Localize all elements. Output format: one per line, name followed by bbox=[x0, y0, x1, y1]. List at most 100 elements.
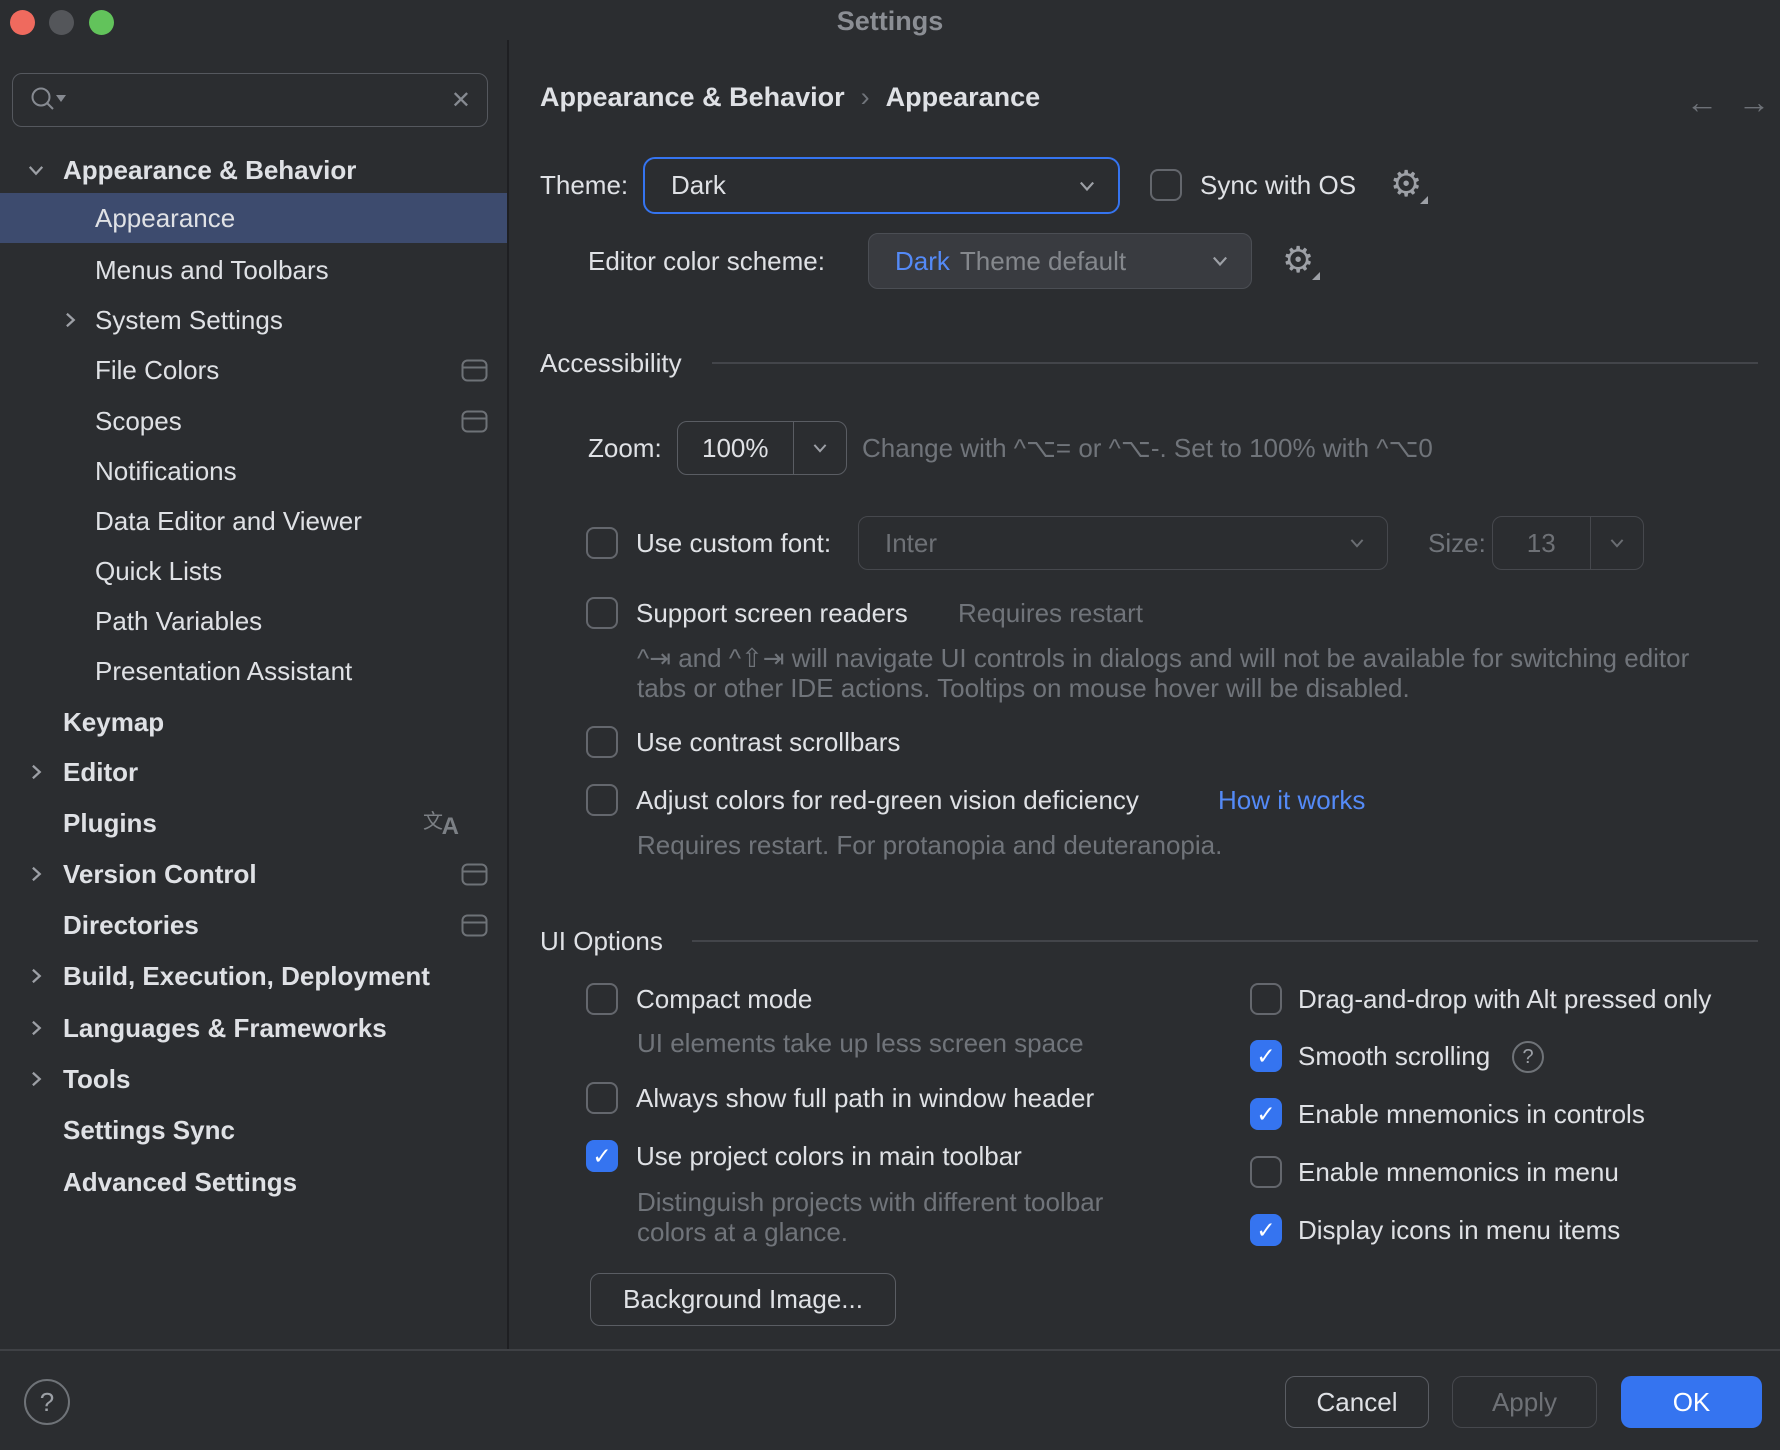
menu-icons-label: Display icons in menu items bbox=[1298, 1215, 1620, 1246]
red-green-vision-label: Adjust colors for red-green vision defic… bbox=[636, 785, 1139, 816]
breadcrumb-parent[interactable]: Appearance & Behavior bbox=[540, 82, 845, 113]
drag-and-drop-option[interactable]: Drag-and-drop with Alt pressed only bbox=[1250, 983, 1711, 1015]
sidebar-item-file-colors[interactable]: File Colors bbox=[0, 345, 507, 395]
sidebar-item-settings-sync[interactable]: Settings Sync bbox=[0, 1105, 507, 1155]
sidebar-item-label: Plugins bbox=[63, 808, 157, 839]
chevron-down-icon[interactable] bbox=[1591, 517, 1643, 569]
sidebar-item-label: System Settings bbox=[95, 305, 283, 336]
theme-select-value: Dark bbox=[671, 170, 726, 201]
sidebar-item-quick-lists[interactable]: Quick Lists bbox=[0, 546, 507, 596]
chevron-down-icon bbox=[1347, 533, 1367, 553]
theme-label: Theme: bbox=[540, 170, 628, 201]
sidebar-item-label: Scopes bbox=[95, 406, 182, 437]
settings-search-box[interactable]: ✕ bbox=[12, 73, 488, 127]
sidebar-item-system-settings[interactable]: System Settings bbox=[0, 295, 507, 345]
settings-dialog: Settings ✕ Appearance & Behavior Appeara… bbox=[0, 0, 1780, 1450]
chevron-right-icon[interactable] bbox=[26, 966, 46, 986]
red-green-vision-option[interactable]: Adjust colors for red-green vision defic… bbox=[586, 784, 1139, 816]
chevron-right-icon[interactable] bbox=[26, 864, 46, 884]
chevron-right-icon[interactable] bbox=[26, 1069, 46, 1089]
use-custom-font-option[interactable]: Use custom font: bbox=[586, 527, 831, 559]
editor-color-scheme-select[interactable]: Dark Theme default bbox=[868, 233, 1252, 289]
sidebar-divider bbox=[507, 40, 509, 1349]
support-screen-readers-checkbox[interactable] bbox=[586, 597, 618, 629]
sidebar-item-presentation-assistant[interactable]: Presentation Assistant bbox=[0, 646, 507, 696]
background-image-button[interactable]: Background Image... bbox=[590, 1273, 896, 1326]
sidebar-item-languages-frameworks[interactable]: Languages & Frameworks bbox=[0, 1003, 507, 1053]
search-input[interactable] bbox=[81, 84, 451, 117]
full-path-option[interactable]: Always show full path in window header bbox=[586, 1082, 1094, 1114]
sidebar-item-label: Menus and Toolbars bbox=[95, 255, 329, 286]
back-arrow-icon[interactable]: ← bbox=[1686, 84, 1718, 121]
sidebar-item-path-variables[interactable]: Path Variables bbox=[0, 596, 507, 646]
project-colors-option[interactable]: Use project colors in main toolbar bbox=[586, 1140, 1022, 1172]
sidebar-item-version-control[interactable]: Version Control bbox=[0, 849, 507, 899]
forward-arrow-icon[interactable]: → bbox=[1738, 84, 1770, 121]
font-size-combo[interactable]: 13 bbox=[1492, 516, 1644, 570]
use-contrast-scrollbars-option[interactable]: Use contrast scrollbars bbox=[586, 726, 900, 758]
mnemonics-menu-option[interactable]: Enable mnemonics in menu bbox=[1250, 1156, 1619, 1188]
sync-settings-gear-icon[interactable]: ⚙ bbox=[1390, 166, 1422, 202]
cancel-button[interactable]: Cancel bbox=[1285, 1376, 1429, 1428]
use-custom-font-checkbox[interactable] bbox=[586, 527, 618, 559]
chevron-right-icon[interactable] bbox=[26, 762, 46, 782]
how-it-works-link[interactable]: How it works bbox=[1218, 785, 1365, 816]
breadcrumb-separator-icon: › bbox=[861, 82, 870, 113]
sidebar-item-label: Quick Lists bbox=[95, 556, 222, 587]
chevron-right-icon[interactable] bbox=[26, 1018, 46, 1038]
red-green-vision-checkbox[interactable] bbox=[586, 784, 618, 816]
sidebar-item-data-editor-and-viewer[interactable]: Data Editor and Viewer bbox=[0, 496, 507, 546]
chevron-right-icon[interactable] bbox=[60, 310, 80, 330]
sidebar-item-plugins[interactable]: Plugins 文 A bbox=[0, 798, 507, 848]
compact-mode-checkbox[interactable] bbox=[586, 983, 618, 1015]
sidebar-item-tools[interactable]: Tools bbox=[0, 1054, 507, 1104]
mnemonics-controls-option[interactable]: Enable mnemonics in controls bbox=[1250, 1098, 1645, 1130]
custom-font-select[interactable]: Inter bbox=[858, 516, 1388, 570]
sidebar-item-directories[interactable]: Directories bbox=[0, 900, 507, 950]
apply-button[interactable]: Apply bbox=[1452, 1376, 1597, 1428]
sidebar-item-appearance-behavior[interactable]: Appearance & Behavior bbox=[0, 145, 507, 195]
smooth-scrolling-checkbox[interactable] bbox=[1250, 1040, 1282, 1072]
sync-with-os-option[interactable]: Sync with OS bbox=[1150, 169, 1356, 201]
drag-and-drop-label: Drag-and-drop with Alt pressed only bbox=[1298, 984, 1711, 1015]
scheme-settings-gear-icon[interactable]: ⚙ bbox=[1282, 242, 1314, 278]
sidebar-item-label: Appearance bbox=[95, 203, 235, 234]
sidebar-item-appearance[interactable]: Appearance bbox=[0, 193, 507, 243]
sidebar-item-label: Appearance & Behavior bbox=[63, 155, 356, 186]
zoom-combo[interactable]: 100% bbox=[677, 421, 847, 475]
chevron-down-icon[interactable] bbox=[26, 160, 46, 180]
sidebar-item-build-execution-deployment[interactable]: Build, Execution, Deployment bbox=[0, 951, 507, 1001]
sync-with-os-checkbox[interactable] bbox=[1150, 169, 1182, 201]
sidebar-item-label: Path Variables bbox=[95, 606, 262, 637]
mnemonics-controls-checkbox[interactable] bbox=[1250, 1098, 1282, 1130]
screen-readers-description-line1: ^⇥ and ^⇧⇥ will navigate UI controls in … bbox=[637, 643, 1689, 674]
menu-icons-option[interactable]: Display icons in menu items bbox=[1250, 1214, 1620, 1246]
menu-icons-checkbox[interactable] bbox=[1250, 1214, 1282, 1246]
sidebar-item-keymap[interactable]: Keymap bbox=[0, 697, 507, 747]
mnemonics-controls-label: Enable mnemonics in controls bbox=[1298, 1099, 1645, 1130]
sidebar-item-label: Editor bbox=[63, 757, 138, 788]
drag-and-drop-checkbox[interactable] bbox=[1250, 983, 1282, 1015]
smooth-scrolling-help-icon[interactable]: ? bbox=[1512, 1041, 1544, 1073]
support-screen-readers-option[interactable]: Support screen readers bbox=[586, 597, 908, 629]
theme-select[interactable]: Dark bbox=[643, 157, 1120, 214]
zoom-label: Zoom: bbox=[588, 433, 662, 464]
project-colors-checkbox[interactable] bbox=[586, 1140, 618, 1172]
compact-mode-option[interactable]: Compact mode bbox=[586, 983, 812, 1015]
chevron-down-icon[interactable] bbox=[794, 422, 846, 474]
sidebar-item-notifications[interactable]: Notifications bbox=[0, 446, 507, 496]
sidebar-item-scopes[interactable]: Scopes bbox=[0, 396, 507, 446]
project-colors-description-line2: colors at a glance. bbox=[637, 1217, 848, 1248]
sidebar-item-menus-and-toolbars[interactable]: Menus and Toolbars bbox=[0, 245, 507, 295]
smooth-scrolling-option[interactable]: Smooth scrolling bbox=[1250, 1040, 1490, 1072]
clear-search-icon[interactable]: ✕ bbox=[451, 86, 471, 115]
custom-font-value: Inter bbox=[885, 528, 937, 559]
full-path-checkbox[interactable] bbox=[586, 1082, 618, 1114]
ok-button[interactable]: OK bbox=[1621, 1376, 1762, 1428]
sidebar-item-editor[interactable]: Editor bbox=[0, 747, 507, 797]
use-contrast-scrollbars-checkbox[interactable] bbox=[586, 726, 618, 758]
help-button[interactable]: ? bbox=[24, 1379, 70, 1425]
mnemonics-menu-checkbox[interactable] bbox=[1250, 1156, 1282, 1188]
sidebar-item-advanced-settings[interactable]: Advanced Settings bbox=[0, 1157, 507, 1207]
sidebar-item-label: Tools bbox=[63, 1064, 130, 1095]
